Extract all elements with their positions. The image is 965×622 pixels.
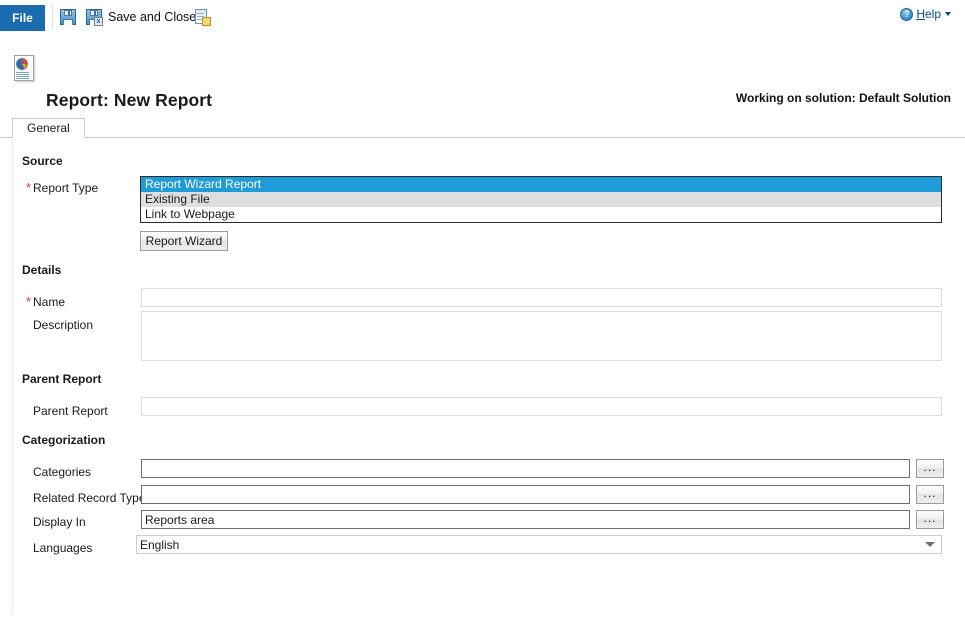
save-button[interactable] xyxy=(58,4,78,29)
display-in-label: Display In xyxy=(33,515,86,529)
help-button[interactable]: ? Help xyxy=(900,7,951,21)
report-type-option-report-wizard-report[interactable]: Report Wizard Report xyxy=(141,177,941,192)
display-in-input[interactable] xyxy=(141,510,910,529)
related-record-types-input[interactable] xyxy=(141,485,910,504)
save-and-new-button[interactable] xyxy=(192,4,212,29)
save-and-new-icon xyxy=(194,8,211,26)
related-record-types-browse-button[interactable]: ... xyxy=(916,485,944,504)
name-input[interactable] xyxy=(141,288,942,307)
page-header: Report: New Report Working on solution: … xyxy=(0,33,965,110)
languages-select[interactable] xyxy=(136,535,942,554)
chevron-down-icon[interactable] xyxy=(925,542,935,547)
section-heading-categorization: Categorization xyxy=(22,433,106,447)
report-type-required-marker: * xyxy=(26,180,32,195)
file-tab-label: File xyxy=(12,11,33,25)
help-icon: ? xyxy=(900,7,914,21)
categories-label: Categories xyxy=(33,465,92,479)
report-type-option-link-to-webpage[interactable]: Link to Webpage xyxy=(141,207,941,222)
tab-general[interactable]: General xyxy=(12,118,85,138)
parent-report-input[interactable] xyxy=(141,397,942,416)
help-accel: H xyxy=(916,7,925,21)
working-on-solution-label: Working on solution: Default Solution xyxy=(735,91,951,105)
description-input[interactable] xyxy=(141,311,942,361)
save-and-close-icon: x xyxy=(86,8,103,26)
report-wizard-button-label: Report Wizard xyxy=(145,234,223,248)
tab-general-label: General xyxy=(27,121,70,135)
report-document-icon xyxy=(12,55,36,83)
categories-browse-button[interactable]: ... xyxy=(916,459,944,478)
command-bar: File x Save and Close ? Help xyxy=(0,0,965,34)
form-left-divider xyxy=(12,138,13,614)
report-type-label: Report Type xyxy=(33,181,99,195)
languages-label: Languages xyxy=(33,541,93,555)
chevron-down-icon xyxy=(945,12,951,16)
categories-browse-label: ... xyxy=(923,459,937,474)
related-record-types-browse-label: ... xyxy=(923,485,937,500)
display-in-browse-label: ... xyxy=(923,510,937,525)
help-label: Help xyxy=(916,7,941,21)
related-record-types-label: Related Record Types xyxy=(33,491,152,505)
description-label: Description xyxy=(33,318,94,332)
report-wizard-button[interactable]: Report Wizard xyxy=(140,231,228,251)
display-in-browse-button[interactable]: ... xyxy=(916,510,944,529)
form-body: Source * Report Type Report Wizard Repor… xyxy=(0,138,965,622)
section-heading-parent-report: Parent Report xyxy=(22,372,102,386)
page-title: Report: New Report xyxy=(46,90,213,110)
help-rest: elp xyxy=(924,7,941,21)
file-tab[interactable]: File xyxy=(0,5,45,31)
tab-strip: General xyxy=(0,118,965,138)
report-type-option-existing-file[interactable]: Existing File xyxy=(141,192,941,207)
name-required-marker: * xyxy=(26,294,32,309)
save-and-close-label: Save and Close xyxy=(108,9,197,24)
save-icon xyxy=(60,8,76,25)
name-label: Name xyxy=(33,295,66,309)
command-bar-separator xyxy=(52,4,53,30)
parent-report-label: Parent Report xyxy=(33,404,108,418)
report-type-listbox[interactable]: Report Wizard Report Existing File Link … xyxy=(140,176,942,223)
section-heading-details: Details xyxy=(22,263,62,277)
categories-input[interactable] xyxy=(141,459,910,478)
section-heading-source: Source xyxy=(22,154,63,168)
save-and-close-button[interactable]: x Save and Close xyxy=(84,4,198,29)
